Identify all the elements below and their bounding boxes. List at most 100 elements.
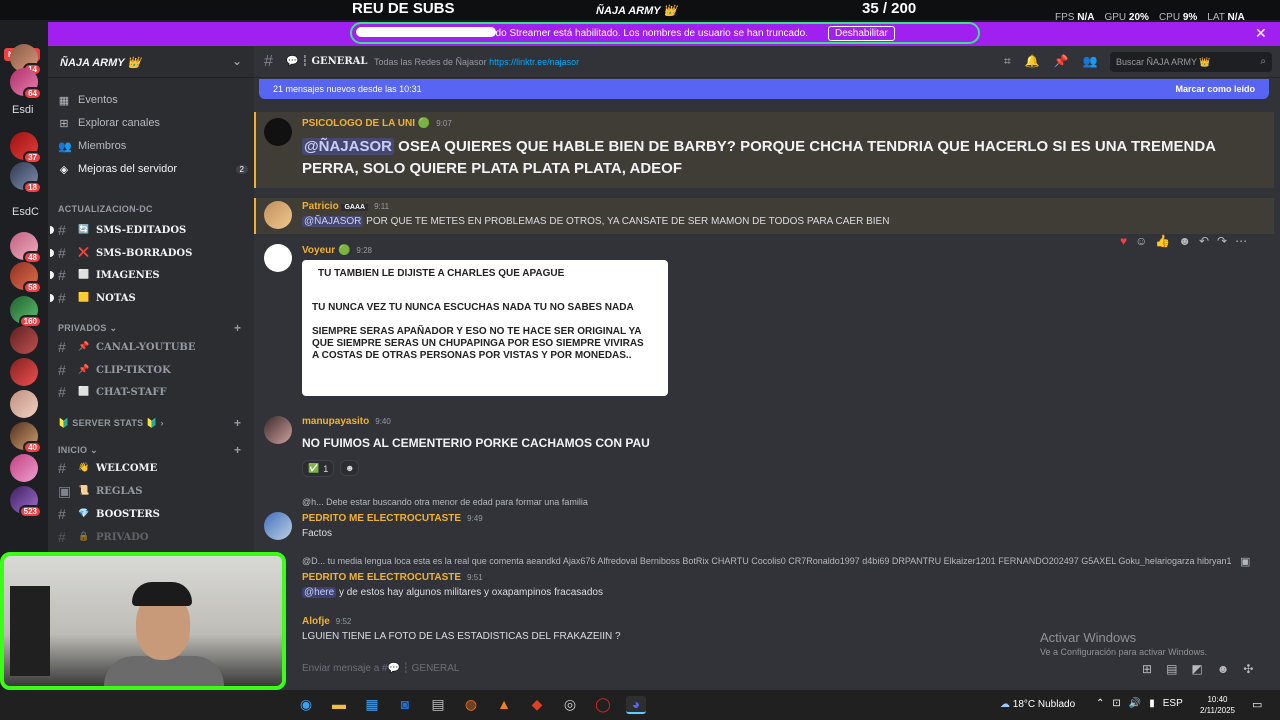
firefox-icon[interactable]: ◍ [461, 696, 481, 714]
guild-header[interactable]: ÑAJA ARMY 👑 ⌄ [48, 46, 254, 78]
bell-icon[interactable]: 🔔 [1025, 54, 1040, 69]
chevron-down-icon[interactable]: ⌄ [232, 54, 242, 68]
plus-icon[interactable]: + [234, 443, 241, 457]
gif-icon[interactable]: ▤ [1166, 662, 1177, 676]
server-icon[interactable]: 523 [10, 486, 42, 518]
message-author[interactable]: Alofje 9:52 [302, 616, 351, 627]
weather-widget[interactable]: ☁ 18°C Nublado [1000, 699, 1075, 710]
message-author[interactable]: Voyeur 🟢 9:28 [302, 245, 372, 256]
category-inicio[interactable]: INICIO ⌄ + [58, 443, 241, 457]
nav-server-boosts[interactable]: ◈ Mejoras del servidor 2 [58, 159, 248, 179]
channel-imagenes[interactable]: # ⬜ IMAGENES [50, 265, 248, 285]
plus-icon[interactable]: + [234, 321, 241, 335]
new-messages-banner[interactable]: 21 mensajes nuevos desde las 10:31 Marca… [259, 79, 1269, 99]
user-mention[interactable]: @ÑAJASOR [302, 138, 394, 155]
avatar[interactable] [264, 118, 292, 146]
message-author[interactable]: Patricio GAAA 9:11 [302, 201, 389, 212]
nav-members[interactable]: 👥 Miembros [58, 136, 248, 156]
notification-icon[interactable]: ▭ [1252, 698, 1262, 711]
reply-reference[interactable]: @h... Debe estar buscando otra menor de … [302, 497, 1262, 507]
server-icon[interactable]: 37 [10, 132, 42, 164]
volume-icon[interactable]: 🔊 [1129, 698, 1141, 709]
keyboard-lang[interactable]: ESP [1163, 698, 1183, 709]
discord-icon[interactable]: ◕ [626, 696, 646, 714]
server-icon[interactable]: 18 [10, 162, 42, 194]
avatar[interactable] [264, 416, 292, 444]
channel-sms-editados[interactable]: # 🔄 SMS-EDITADOS [50, 220, 248, 240]
reaction-pill[interactable]: ✅ 1 [302, 460, 335, 477]
battery-icon[interactable]: ▮ [1149, 698, 1155, 709]
nav-explore-channels[interactable]: ⊞ Explorar canales [58, 113, 248, 133]
avatar[interactable] [264, 512, 292, 540]
channel-clip-tiktok[interactable]: # 📌 CLIP-TIKTOK [58, 360, 248, 380]
here-mention[interactable]: @here [302, 587, 337, 598]
channel-chat-staff[interactable]: # ⬜ CHAT-STAFF [58, 382, 248, 402]
chevron-up-icon[interactable]: ⌃ [1096, 698, 1104, 709]
message-author[interactable]: PSICOLOGO DE LA UNI 🟢 9:07 [302, 118, 452, 129]
server-folder-label[interactable]: EsdC [12, 206, 39, 218]
channel-boosters[interactable]: # 💎 BOOSTERS [58, 504, 248, 524]
server-folder-label[interactable]: Esdi [12, 104, 33, 116]
message-author[interactable]: manupayasito 9:40 [302, 416, 391, 427]
server-icon[interactable]: 160 [10, 296, 42, 328]
channel-privado[interactable]: # 🔒 PRIVADO [58, 527, 248, 547]
plus-icon[interactable]: + [234, 416, 241, 430]
avatar[interactable] [264, 201, 292, 229]
store-icon[interactable]: ▦ [362, 696, 382, 714]
opera-icon[interactable]: ◯ [593, 696, 613, 714]
clock[interactable]: 10:40 2/11/2025 [1200, 694, 1235, 716]
channel-canal-youtube[interactable]: # 📌 CANAL-YOUTUBE [58, 337, 248, 357]
server-icon[interactable] [10, 358, 38, 386]
file-explorer-icon[interactable]: ▬ [329, 696, 349, 714]
vlc-icon[interactable]: ▲ [494, 696, 514, 714]
category-privados[interactable]: PRIVADOS ⌄ + [58, 321, 241, 335]
message-author[interactable]: PEDRITO ME ELECTROCUTASTE 9:49 [302, 513, 483, 524]
channel-welcome[interactable]: # 👋 WELCOME [58, 458, 248, 478]
close-icon[interactable]: ✕ [1255, 25, 1267, 42]
sticker-icon[interactable]: ◩ [1191, 662, 1202, 676]
message-composer[interactable]: Enviar mensaje a #💬 ┆ GENERAL ⊞ ▤ ◩ ☻ ✣ [254, 654, 1280, 684]
avatar[interactable] [264, 244, 292, 272]
search-input[interactable]: Buscar ÑAJA ARMY 👑 ⌕ [1110, 52, 1272, 72]
edge-icon[interactable]: ◉ [296, 696, 316, 714]
mark-as-read-button[interactable]: Marcar como leído [1175, 84, 1255, 94]
user-mention[interactable]: @ÑAJASOR [302, 216, 364, 227]
server-icon[interactable] [10, 326, 38, 354]
more-icon[interactable]: ⋯ [1235, 234, 1247, 248]
add-reaction-icon[interactable]: ☻ [1178, 234, 1191, 248]
disable-streamer-button[interactable]: Deshabilitar [828, 26, 895, 41]
channel-notas[interactable]: # 🟨 NOTAS [50, 288, 248, 308]
add-reaction-icon[interactable]: ☻ [340, 460, 360, 476]
app-icon[interactable]: ▤ [428, 696, 448, 714]
server-icon[interactable]: 58 [10, 262, 42, 294]
emoji-react-icon[interactable]: ☺ [1135, 234, 1147, 248]
emoji-icon[interactable]: ☻ [1217, 662, 1230, 676]
image-attachment[interactable]: TU TAMBIEN LE DIJISTE A CHARLES QUE APAG… [302, 260, 668, 396]
thumbs-up-icon[interactable]: 👍 [1155, 234, 1170, 248]
channel-reglas[interactable]: ▣ 📜 REGLAS [58, 481, 248, 501]
topic-link[interactable]: https://linktr.ee/najasor [489, 57, 579, 67]
network-icon[interactable]: ⊡ [1112, 698, 1120, 709]
message-author[interactable]: PEDRITO ME ELECTROCUTASTE 9:51 [302, 572, 483, 583]
server-icon[interactable] [10, 390, 38, 418]
outlook-icon[interactable]: ◙ [395, 696, 415, 714]
heart-react-icon[interactable]: ♥ [1120, 234, 1127, 248]
forward-icon[interactable]: ↷ [1217, 234, 1227, 248]
server-icon[interactable]: 48 [10, 232, 42, 264]
reply-icon[interactable]: ↶ [1199, 234, 1209, 248]
channel-sms-borrados[interactable]: # ❌ SMS-BORRADOS [50, 243, 248, 263]
category-server-stats[interactable]: 🔰 SERVER STATS 🔰 › + [58, 416, 241, 430]
pin-icon[interactable]: 📌 [1054, 54, 1069, 69]
server-icon[interactable] [10, 454, 38, 482]
threads-icon[interactable]: ⌗ [1004, 54, 1011, 69]
members-list-icon[interactable]: 👥 [1083, 54, 1098, 69]
nav-events[interactable]: ▦ Eventos [58, 90, 248, 110]
app-icon[interactable]: ◆ [527, 696, 547, 714]
obs-icon[interactable]: ◎ [560, 696, 580, 714]
server-icon[interactable]: 40 [10, 422, 42, 454]
apps-icon[interactable]: ✣ [1243, 662, 1253, 676]
server-icon[interactable]: 64 [10, 68, 42, 100]
reply-reference[interactable]: @D... tu media lengua loca esta es la re… [302, 556, 1232, 566]
gift-icon[interactable]: ⊞ [1142, 662, 1152, 676]
category-actualizacion[interactable]: ACTUALIZACION-DC [58, 204, 153, 214]
